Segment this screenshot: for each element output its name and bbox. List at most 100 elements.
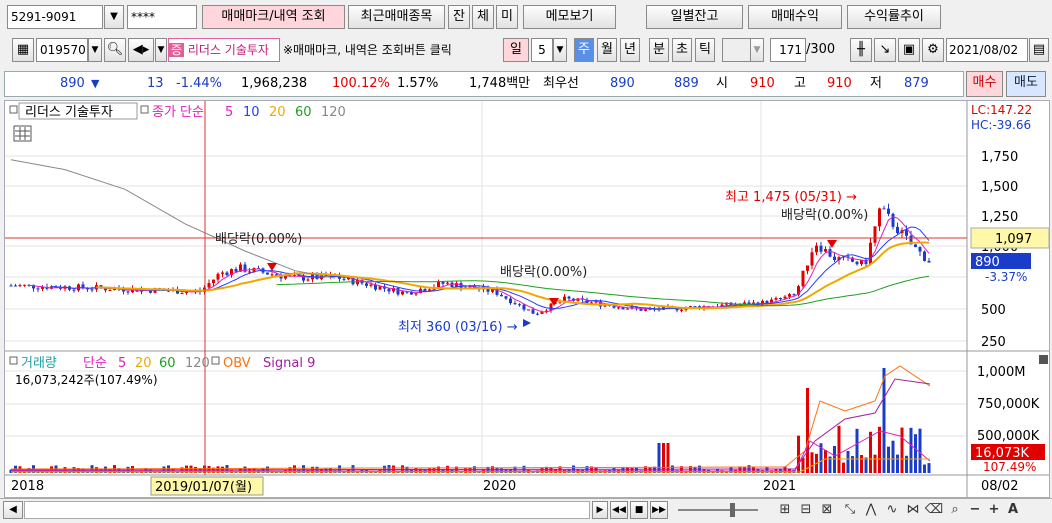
price-legend: 리더스 기술투자 종가 단순 5 10 20 60 120 <box>9 102 346 142</box>
period-dropdown-button[interactable]: ▼ <box>553 38 567 62</box>
volume-bar <box>837 425 841 473</box>
legend-ma-label: 종가 단순 <box>152 105 204 120</box>
legend-ma10: 10 <box>243 105 260 120</box>
code-dropdown-button[interactable]: ▼ <box>88 38 102 62</box>
volume-bar <box>864 457 868 473</box>
legend-stock-name: 리더스 기술투자 <box>25 105 113 120</box>
rewind-icon[interactable]: ◀◀ <box>610 501 628 519</box>
recent-trades-button[interactable]: 최근매매종목 <box>348 5 445 29</box>
eraser-icon[interactable]: ⌫ <box>924 499 944 523</box>
candle-body <box>567 296 571 299</box>
calendar-icon[interactable]: ▤ <box>1029 38 1049 62</box>
balance-button[interactable]: 잔 <box>448 5 470 29</box>
volume-bar <box>891 440 895 473</box>
date-input[interactable]: 2021/08/02 <box>946 38 1028 62</box>
memo-button[interactable]: 메모보기 <box>523 5 616 29</box>
candle-body <box>918 247 922 252</box>
table-icon[interactable] <box>13 125 32 142</box>
price-value: 890 <box>60 76 85 91</box>
period-minute-button[interactable]: 분 <box>649 38 669 62</box>
candle-body <box>14 285 17 287</box>
speaker-dropdown-button[interactable]: ▼ <box>155 38 167 62</box>
speaker-icon[interactable]: ◀▸ <box>128 38 154 62</box>
low-price: 879 <box>904 76 929 91</box>
stock-code-input[interactable]: 019570 <box>36 38 88 62</box>
candle-body <box>72 289 76 291</box>
obv-square-icon <box>211 356 220 365</box>
magnifier-icon[interactable]: ⌕ <box>945 499 965 523</box>
daily-balance-button[interactable]: 일별잔고 <box>646 5 743 29</box>
candle-body <box>774 298 778 300</box>
candle-body <box>212 279 215 284</box>
play-icon[interactable]: ▶▶ <box>650 501 668 519</box>
candle-body <box>216 273 220 280</box>
zoom-in-icon[interactable]: + <box>985 499 1003 523</box>
period-month-button[interactable]: 월 <box>597 38 617 62</box>
candle-body <box>509 298 512 304</box>
split-view-icon[interactable]: ⊟ <box>796 499 816 523</box>
legend-ma60: 60 <box>295 105 312 120</box>
search-icon[interactable]: 🔍︎ <box>104 38 126 62</box>
volume-bar <box>797 435 800 473</box>
data-count-input[interactable]: 171 <box>770 38 806 62</box>
candle-body <box>779 298 782 300</box>
volume-bar <box>869 431 872 473</box>
horizontal-scrollbar[interactable] <box>24 501 590 519</box>
period-year-button[interactable]: 년 <box>620 38 640 62</box>
password-input[interactable]: **** <box>127 5 197 29</box>
filled-button[interactable]: 체 <box>472 5 494 29</box>
chevron-down-icon: ▼ <box>91 45 99 55</box>
return-trend-button[interactable]: 수익률추이 <box>847 5 941 29</box>
signal-line <box>10 378 931 471</box>
fibonacci-icon[interactable]: ⋀ <box>861 499 881 523</box>
zoom-slider-handle[interactable] <box>730 503 735 517</box>
y-tick-1500: 1,500 <box>981 180 1018 195</box>
candle-body <box>284 276 287 279</box>
stock-name-field[interactable]: 증 리더스 기술투자 <box>168 38 280 62</box>
trade-profit-button[interactable]: 매매수익 <box>748 5 842 29</box>
gear-icon[interactable]: ⚙ <box>922 38 944 62</box>
volume-y-axis: 1,000M 750,000K 500,000K 16,073K 107.49% <box>971 365 1045 474</box>
candle-icon[interactable]: ╫ <box>850 38 872 62</box>
period-daily-button[interactable]: 일 <box>503 38 529 62</box>
wave-icon[interactable]: ∿ <box>882 499 902 523</box>
unfilled-button[interactable]: 미 <box>496 5 518 29</box>
stock-toolbar: ▦ 019570 ▼ 🔍︎ ◀▸ ▼ 증 리더스 기술투자 ※매매마크, 내역은… <box>0 34 1052 68</box>
quote-strip: 890 ▼ 13 -1.44% 1,968,238 100.12% 1.57% … <box>4 71 964 97</box>
candle-body <box>923 251 926 261</box>
scroll-left-icon[interactable]: ◀ <box>3 501 23 519</box>
volume-ratio: 100.12% <box>332 76 390 91</box>
chart-menu-icon[interactable]: ▦ <box>12 38 34 62</box>
chart-area[interactable]: 리더스 기술투자 종가 단순 5 10 20 60 120 배당락(0.00%)… <box>4 100 1050 498</box>
period-value-input[interactable]: 5 <box>531 38 553 62</box>
y-tick-250: 250 <box>981 335 1006 350</box>
grid-view-icon[interactable]: ⊞ <box>775 499 795 523</box>
sell-button[interactable]: 매도 <box>1006 71 1046 97</box>
stop-icon[interactable]: ■ <box>630 501 648 519</box>
close-icon[interactable] <box>1039 355 1048 364</box>
candle-body <box>549 303 553 311</box>
zoom-out-icon[interactable]: − <box>966 499 984 523</box>
volume-legend-name: 거래량 <box>21 356 57 371</box>
period-week-button[interactable]: 주 <box>574 38 594 62</box>
scroll-right-icon[interactable]: ▶ <box>592 501 608 519</box>
font-size-icon[interactable]: A <box>1004 499 1022 523</box>
account-input[interactable]: 5291-9091 <box>7 5 103 29</box>
period-tick-button[interactable]: 틱 <box>695 38 715 62</box>
candle-body <box>887 208 890 214</box>
ma120-line <box>10 159 336 279</box>
chart-type-icon[interactable]: ⊠ <box>817 499 837 523</box>
candle-body <box>792 294 796 296</box>
pattern-icon[interactable]: ⋈ <box>903 499 923 523</box>
buy-button[interactable]: 매수 <box>966 71 1003 97</box>
trendline-icon[interactable]: ⤡ <box>840 499 860 523</box>
line-tool-icon[interactable]: ↘ <box>874 38 896 62</box>
period-second-button[interactable]: 초 <box>672 38 692 62</box>
chart-svg[interactable]: 리더스 기술투자 종가 단순 5 10 20 60 120 배당락(0.00%)… <box>5 101 1050 497</box>
save-icon[interactable]: ▣ <box>898 38 920 62</box>
tick-dropdown-button[interactable]: ▼ <box>750 38 764 62</box>
account-dropdown-button[interactable]: ▼ <box>104 5 124 29</box>
trade-mark-query-button[interactable]: 매매마크/내역 조회 <box>202 5 345 29</box>
volume-bar <box>887 446 890 473</box>
zoom-slider[interactable] <box>678 509 758 511</box>
